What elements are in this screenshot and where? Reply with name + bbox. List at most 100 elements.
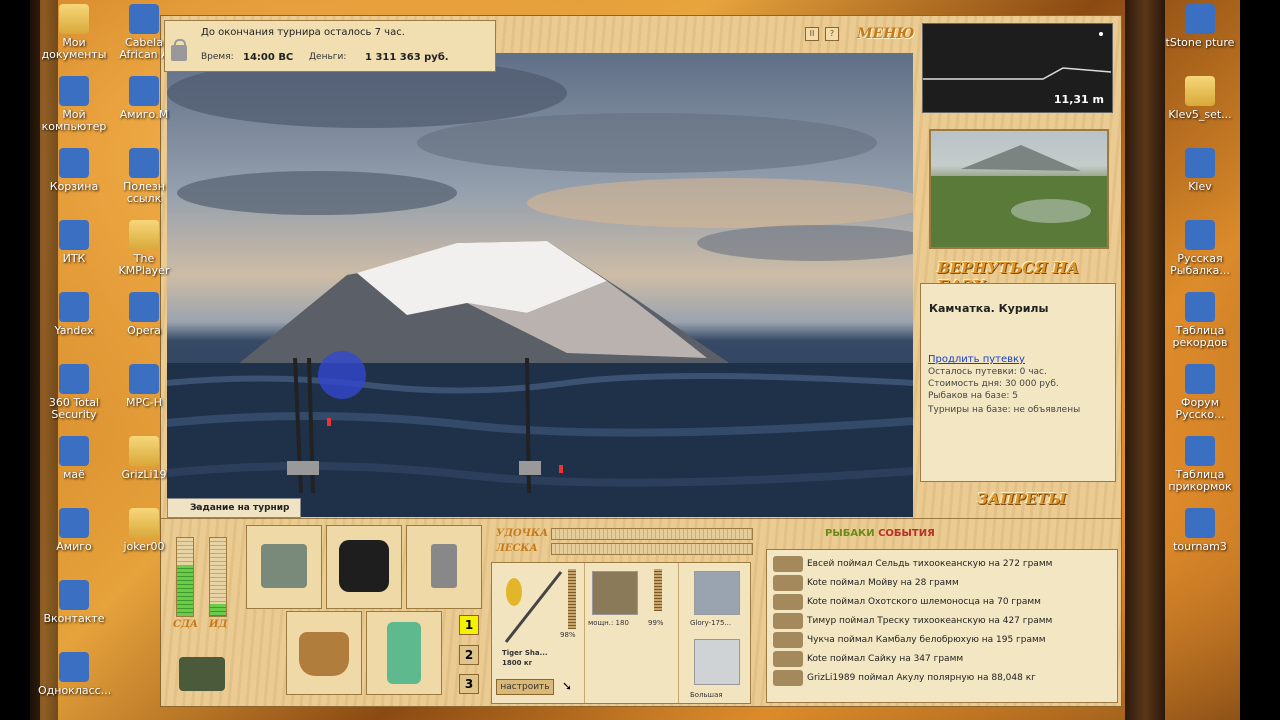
t-icon (1185, 508, 1215, 538)
fishing-scene[interactable]: INSTALLSOFT.RU (167, 53, 913, 517)
shield-icon (59, 364, 89, 394)
phone-icon (431, 544, 457, 588)
meter-2 (209, 537, 227, 617)
right-desktop-icon[interactable]: Русская Рыбалка... (1164, 220, 1236, 277)
event-item: Kote поймал Охотского шлемоносца на 70 г… (807, 597, 1041, 607)
app-icon (1185, 4, 1215, 34)
desktop-icon-label: ИТК (62, 252, 86, 265)
music-icon (129, 76, 159, 106)
left-desktop-icon[interactable]: ИТК (38, 220, 110, 265)
tackle-box-slot[interactable] (246, 525, 322, 609)
slot-number-1[interactable]: 1 (459, 615, 479, 635)
left2-desktop-icon[interactable]: Opera (108, 292, 180, 337)
desktop-icon-label: Полезн ссылк (123, 180, 165, 205)
left-desktop-icon[interactable]: маё (38, 436, 110, 481)
info-line: Рыбаков на базе: 5 (928, 391, 1018, 401)
left-desktop-icon[interactable]: Yandex (38, 292, 110, 337)
right-desktop-icon[interactable]: Klev (1164, 148, 1236, 193)
left-desktop-icon[interactable]: Корзина (38, 148, 110, 193)
fish-icon (773, 594, 803, 610)
desktop-icon-label: Форум Русско... (1175, 396, 1225, 421)
bottom-panel: СДА ИД 1 2 3 УДОЧКА ЛЕСКА 98% Tiger Sha.… (161, 518, 1121, 707)
folder-icon (129, 436, 159, 466)
recycle-bin-icon (59, 148, 89, 178)
meter-1-fill (177, 565, 193, 616)
left-desktop-icon[interactable]: Мой компьютер (38, 76, 110, 133)
line-hook-cell[interactable]: Glory-175... Большая (678, 563, 750, 703)
arrow-right-icon: ➔ (195, 503, 203, 513)
slot-number-3[interactable]: 3 (459, 674, 479, 694)
configure-button[interactable]: настроить (496, 679, 554, 695)
right-desktop-icon[interactable]: Таблица рекордов (1164, 292, 1236, 349)
meter-2-label: ИД (209, 619, 228, 630)
desktop-icon-label: Klev5_set... (1168, 108, 1232, 121)
opera-icon (129, 292, 159, 322)
desktop-icon-label: Klev (1188, 180, 1212, 193)
slot-number-2[interactable]: 2 (459, 645, 479, 665)
money-label: Деньги: (309, 52, 347, 62)
tab-events[interactable]: СОБЫТИЯ (878, 528, 935, 539)
rod-cell[interactable]: 98% Tiger Sha... 1800 кг настроить ➘ (492, 563, 585, 703)
left2-desktop-icon[interactable]: Амиго.М (108, 76, 180, 121)
right-desktop-icon[interactable]: Форум Русско... (1164, 364, 1236, 421)
desktop-icon-label: tournam3 (1173, 540, 1227, 553)
left-desktop-icon[interactable]: Мои документы (38, 4, 110, 61)
lock-icon (171, 39, 187, 61)
basket-icon (299, 632, 349, 676)
left2-desktop-icon[interactable]: The KMPlayer (108, 220, 180, 277)
fish-icon (1185, 220, 1215, 250)
desktop-icon-label: Однокласс... (38, 684, 112, 697)
left-desktop-icon[interactable]: Однокласс... (38, 652, 112, 697)
fish-icon (773, 651, 803, 667)
reel-wear-bar (654, 569, 662, 611)
left-desktop-icon[interactable]: 360 Total Security (38, 364, 110, 421)
left2-desktop-icon[interactable]: Полезн ссылк (108, 148, 180, 205)
bans-button[interactable]: ЗАПРЕТЫ (977, 490, 1066, 508)
right-desktop-icon[interactable]: Klev5_set... (1164, 76, 1236, 121)
keepnet-slot[interactable] (366, 611, 442, 695)
backpack-slot[interactable] (326, 525, 402, 609)
desktop-icon-label: Русская Рыбалка... (1170, 252, 1230, 277)
menu-button[interactable]: МЕНЮ (857, 26, 914, 42)
desktop-icon-label: Мой компьютер (41, 108, 107, 133)
rod-icon (504, 571, 563, 643)
desktop-icon-label: Таблица рекордов (1172, 324, 1228, 349)
events-list: Евсей поймал Сельдь тихоокеанскую на 272… (766, 549, 1118, 703)
arrow-down-right-icon: ➘ (562, 679, 573, 693)
right-desktop-icon[interactable]: Таблица прикормок (1164, 436, 1236, 493)
top-controls: II ? МЕНЮ (805, 26, 914, 42)
reel-cell[interactable]: мощн.: 180 99% (584, 563, 679, 703)
extend-license-link[interactable]: Продлить путевку (928, 354, 1025, 365)
tackle-box-icon (261, 544, 307, 588)
task-button[interactable]: ➔ Задание на турнир (167, 498, 301, 518)
fish-icon (773, 556, 803, 572)
left-desktop-icon[interactable]: Амиго (38, 508, 110, 553)
bag-icon[interactable] (179, 657, 225, 691)
desktop-icon-label: Yandex (54, 324, 94, 337)
rod-strength-bar (551, 528, 753, 540)
reel-percent: 99% (648, 619, 664, 627)
chart-icon (1185, 292, 1215, 322)
time-label: Время: (201, 52, 234, 62)
left-desktop-icon[interactable]: Вконтакте (38, 580, 110, 625)
desktop-icon-label: Opera (127, 324, 161, 337)
yandex-icon (59, 292, 89, 322)
left2-desktop-icon[interactable]: GrizLi19 (108, 436, 180, 481)
line-name: Glory-175... (690, 619, 732, 627)
amigo-icon (59, 508, 89, 538)
pause-button[interactable]: II (805, 27, 819, 41)
right-desktop-icon[interactable]: tournam3 (1164, 508, 1236, 553)
folder-icon (129, 508, 159, 538)
event-item: Евсей поймал Сельдь тихоокеанскую на 272… (807, 559, 1053, 569)
tree-trunk (1125, 0, 1165, 720)
phone-slot[interactable] (406, 525, 482, 609)
right-desktop-icon[interactable]: tStone pture (1164, 4, 1236, 49)
money-value: 1 311 363 руб. (365, 52, 449, 63)
rod-name: Tiger Sha... (502, 649, 548, 657)
left2-desktop-icon[interactable]: MPC-H (108, 364, 180, 409)
tab-fishers[interactable]: РЫБАКИ (825, 528, 875, 539)
desktop-icon-label: Таблица прикормок (1168, 468, 1232, 493)
help-button[interactable]: ? (825, 27, 839, 41)
meter-1-label: СДА (173, 619, 198, 630)
basket-slot[interactable] (286, 611, 362, 695)
